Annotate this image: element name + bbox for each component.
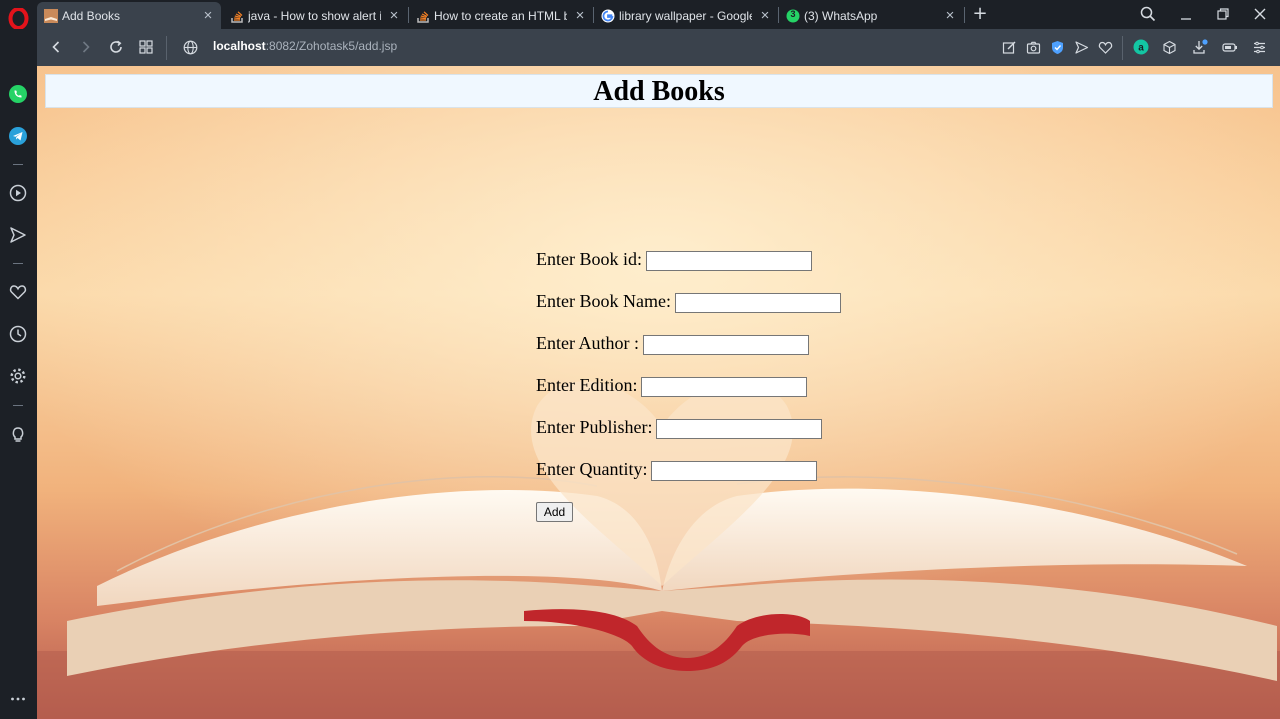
book-id-input[interactable] [646, 251, 812, 271]
tab-label: Add Books [62, 8, 121, 23]
battery-icon[interactable] [1221, 38, 1239, 56]
tab-html-button[interactable]: How to create an HTML bu × [409, 2, 593, 29]
address-toolbar: localhost:8082/Zohotask5/add.jsp a [37, 29, 1280, 66]
site-info-icon[interactable] [181, 38, 199, 56]
send-icon[interactable] [1072, 38, 1090, 56]
book-name-input[interactable] [675, 293, 841, 313]
new-tab-button[interactable]: + [971, 4, 989, 24]
box-icon[interactable] [1160, 38, 1178, 56]
url-path: :8082/Zohotask5/add.jsp [265, 39, 398, 53]
publisher-label: Enter Publisher: [536, 417, 653, 437]
history-icon[interactable] [8, 324, 28, 344]
more-icon[interactable] [8, 689, 28, 709]
close-tab-icon[interactable]: × [758, 8, 772, 23]
book-favicon-icon [44, 8, 58, 23]
search-tabs-icon[interactable] [1139, 5, 1157, 23]
tab-whatsapp[interactable]: (3) WhatsApp × [779, 2, 963, 29]
opera-logo-icon[interactable] [8, 7, 29, 30]
web-page: Add Books Enter Book id: Enter Book Name… [37, 66, 1280, 719]
tab-library-wallpaper[interactable]: library wallpaper - Google × [594, 2, 778, 29]
tab-label: java - How to show alert in [248, 8, 381, 23]
download-icon[interactable] [1191, 38, 1209, 56]
add-button[interactable]: Add [536, 502, 573, 522]
opera-sidebar [0, 0, 37, 719]
toolbar-divider [1122, 36, 1123, 60]
tab-label: (3) WhatsApp [804, 8, 878, 23]
stackoverflow-favicon-icon [230, 9, 244, 23]
sidebar-divider [13, 405, 23, 406]
google-favicon-icon [601, 9, 615, 23]
restore-icon[interactable] [1214, 5, 1232, 23]
book-name-label: Enter Book Name: [536, 291, 671, 311]
page-header: Add Books [45, 74, 1273, 108]
toolbar-divider [166, 36, 167, 60]
svg-text:a: a [1138, 43, 1144, 54]
tab-separator [964, 7, 965, 23]
close-tab-icon[interactable]: × [943, 8, 957, 23]
send-icon[interactable] [8, 225, 28, 245]
minimize-icon[interactable] [1177, 5, 1195, 23]
author-label: Enter Author : [536, 333, 639, 353]
telegram-icon[interactable] [8, 126, 28, 146]
quantity-label: Enter Quantity: [536, 459, 648, 479]
tab-java-alert[interactable]: java - How to show alert in × [223, 2, 407, 29]
whatsapp-icon[interactable] [8, 84, 28, 104]
tab-label: How to create an HTML bu [434, 8, 567, 23]
aria-icon[interactable]: a [1132, 38, 1150, 56]
book-id-label: Enter Book id: [536, 249, 642, 269]
close-tab-icon[interactable]: × [387, 8, 401, 23]
publisher-input[interactable] [656, 419, 822, 439]
player-icon[interactable] [8, 183, 28, 203]
sidebar-divider [13, 263, 23, 264]
heart-icon[interactable] [8, 282, 28, 302]
speed-dial-icon[interactable] [137, 38, 155, 56]
camera-icon[interactable] [1024, 38, 1042, 56]
easy-setup-icon[interactable] [1250, 38, 1268, 56]
edition-input[interactable] [641, 377, 807, 397]
shield-icon[interactable] [1048, 38, 1066, 56]
tab-label: library wallpaper - Google [619, 8, 752, 23]
heart-icon[interactable] [1096, 38, 1114, 56]
address-field[interactable]: localhost:8082/Zohotask5/add.jsp [213, 39, 397, 53]
close-window-icon[interactable] [1251, 5, 1269, 23]
back-icon[interactable] [47, 38, 65, 56]
forward-icon[interactable] [77, 38, 95, 56]
whatsapp-unread-badge: 3 [790, 9, 796, 19]
edit-icon[interactable] [1000, 38, 1018, 56]
sidebar-divider [13, 164, 23, 165]
lightbulb-icon[interactable] [8, 424, 28, 444]
author-input[interactable] [643, 335, 809, 355]
page-title: Add Books [593, 76, 725, 107]
close-tab-icon[interactable]: × [201, 8, 215, 23]
quantity-input[interactable] [651, 461, 817, 481]
close-tab-icon[interactable]: × [573, 8, 587, 23]
edition-label: Enter Edition: [536, 375, 638, 395]
url-host: localhost [213, 39, 266, 53]
stackoverflow-favicon-icon [416, 9, 430, 23]
settings-icon[interactable] [8, 366, 28, 386]
tab-strip: Add Books × java - How to show alert in … [37, 0, 1280, 29]
tab-add-books[interactable]: Add Books × [37, 2, 221, 29]
reload-icon[interactable] [107, 38, 125, 56]
